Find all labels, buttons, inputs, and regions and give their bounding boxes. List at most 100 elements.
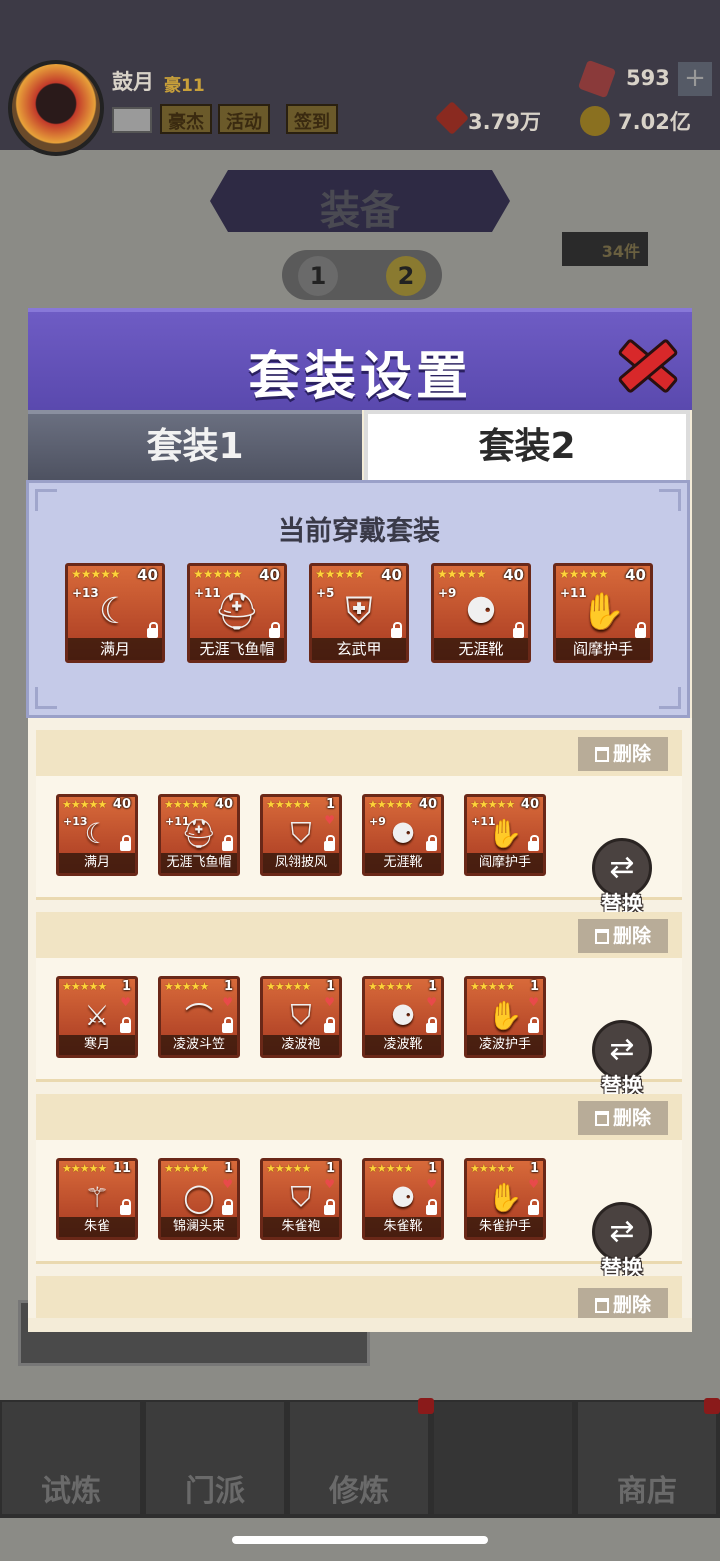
item-name: 无涯靴 — [434, 638, 528, 660]
lock-icon — [324, 1017, 335, 1033]
item-level: 1 — [427, 979, 437, 994]
lock-icon — [120, 835, 131, 851]
equipment-slot[interactable]: ★★★★★ 1 ✋ ♥ 朱雀护手 — [464, 1158, 546, 1240]
item-level: 40 — [381, 566, 402, 584]
equipment-slot[interactable]: ★★★★★ 40 +11 ⛑ 无涯飞鱼帽 — [158, 794, 240, 876]
equipment-slot[interactable]: ★★★★★ 1 ⛉ ♥ 凤翎披风 — [260, 794, 342, 876]
delete-set-button[interactable]: 删除 — [578, 1288, 668, 1318]
item-name: 凌波护手 — [467, 1035, 543, 1055]
nav-close-icon[interactable] — [434, 1402, 572, 1514]
panel-corner-ornament — [659, 489, 681, 511]
checkin-button[interactable]: 签到 — [286, 104, 338, 134]
equipment-slot[interactable]: ★★★★★ 40 +11 ✋ 阎摩护手 — [464, 794, 546, 876]
lock-icon — [426, 835, 437, 851]
boot-icon: ⚈ — [390, 817, 416, 851]
equipment-slot[interactable]: ★★★★★ 1 ⚔ ♥ 寒月 — [56, 976, 138, 1058]
equipment-slot[interactable]: ★★★★★ 40 +11 ⛑ 无涯飞鱼帽 — [187, 563, 287, 663]
equipment-slot[interactable]: ★★★★★ 1 ◯ ♥ 锦澜头束 — [158, 1158, 240, 1240]
tab-set-2[interactable]: 套装2 — [364, 410, 690, 482]
panel-corner-ornament — [35, 687, 57, 709]
equipment-slot[interactable]: ★★★★★ 1 ✋ ♥ 凌波护手 — [464, 976, 546, 1058]
trash-icon — [594, 1298, 609, 1313]
heroes-button[interactable]: 豪杰 — [160, 104, 212, 134]
delete-label: 删除 — [612, 1107, 651, 1129]
item-name: 阎摩护手 — [467, 853, 543, 873]
equipment-slot[interactable]: ★★★★★ 1 ⛉ ♥ 朱雀袍 — [260, 1158, 342, 1240]
heart-icon: ♥ — [324, 995, 335, 1009]
gold-coin-icon — [580, 106, 610, 136]
star-rating: ★★★★★ — [266, 980, 311, 993]
dialog-header: 套装设置 — [28, 308, 692, 410]
equipment-slot[interactable]: ★★★★★ 1 ⛉ ♥ 凌波袍 — [260, 976, 342, 1058]
set-card-header: 删除 — [36, 730, 682, 776]
item-level: 40 — [520, 797, 539, 812]
star-rating: ★★★★★ — [164, 1162, 209, 1175]
item-level: 1 — [325, 797, 335, 812]
item-name: 无涯靴 — [365, 853, 441, 873]
dialog-title: 套装设置 — [247, 347, 472, 407]
tab-set-1[interactable]: 套装1 — [28, 410, 362, 482]
panel-corner-ornament — [35, 489, 57, 511]
lock-icon — [147, 622, 158, 638]
gauntlet-icon: ✋ — [487, 817, 523, 851]
nav-shop[interactable]: 商店 — [578, 1402, 716, 1514]
delete-set-button[interactable]: 删除 — [578, 919, 668, 953]
delete-set-button[interactable]: 删除 — [578, 1101, 668, 1135]
equipment-slot[interactable]: ★★★★★ 40 +13 ☾ 满月 — [65, 563, 165, 663]
mail-icon[interactable] — [112, 107, 152, 133]
add-gems-button[interactable]: + — [678, 62, 712, 96]
item-count-badge[interactable]: 34件 — [562, 232, 648, 266]
headband-icon: ◯ — [183, 1181, 215, 1215]
star-rating: ★★★★★ — [368, 1162, 413, 1175]
equipment-slot[interactable]: ★★★★★ 11 ⚚ 朱雀 — [56, 1158, 138, 1240]
nav-sect[interactable]: 门派 — [146, 1402, 284, 1514]
page-2-button[interactable]: 2 — [386, 256, 426, 296]
spear-icon: ⚚ — [84, 1181, 110, 1215]
page-1-button[interactable]: 1 — [298, 256, 338, 296]
equipment-slot[interactable]: ★★★★★ 1 ⚈ ♥ 凌波靴 — [362, 976, 444, 1058]
lock-icon — [391, 622, 402, 638]
saved-sets-list[interactable]: 删除 ★★★★★ 40 +13 ☾ 满月 ★★★★★ 40 +11 ⛑ 无涯飞鱼帽 ★★★★★ 1 ⛉ ♥ 凤… — [28, 718, 692, 1318]
item-level: 40 — [625, 566, 646, 584]
cape-icon: ⛉ — [290, 816, 312, 850]
gold-helmet-icon: ⛑ — [181, 817, 217, 851]
equipment-slot[interactable]: ★★★★★ 40 +9 ⚈ 无涯靴 — [431, 563, 531, 663]
player-avatar[interactable] — [8, 60, 104, 156]
item-level: 40 — [137, 566, 158, 584]
star-rating: ★★★★★ — [437, 567, 487, 581]
equipment-slot[interactable]: ★★★★★ 40 +9 ⚈ 无涯靴 — [362, 794, 444, 876]
item-level: 11 — [112, 1161, 131, 1176]
delete-set-button[interactable]: 删除 — [578, 737, 668, 771]
lock-icon — [120, 1199, 131, 1215]
equipment-slot[interactable]: ★★★★★ 40 +5 ⛨ 玄武甲 — [309, 563, 409, 663]
trash-icon — [594, 1111, 609, 1126]
equipment-slot[interactable]: ★★★★★ 1 ⚈ ♥ 朱雀靴 — [362, 1158, 444, 1240]
events-button[interactable]: 活动 — [218, 104, 270, 134]
star-rating: ★★★★★ — [470, 980, 515, 993]
nav-cultivate[interactable]: 修炼 — [290, 1402, 428, 1514]
enhance-level: +13 — [72, 586, 99, 600]
item-name: 凤翎披风 — [263, 853, 339, 873]
equipment-slot[interactable]: ★★★★★ 40 +13 ☾ 满月 — [56, 794, 138, 876]
heart-icon: ♥ — [222, 1177, 233, 1191]
equipment-slot[interactable]: ★★★★★ 1 ⌒ ♥ 凌波斗笠 — [158, 976, 240, 1058]
lock-icon — [269, 622, 280, 638]
item-level: 40 — [214, 797, 233, 812]
trash-icon — [594, 747, 609, 762]
enhance-level: +9 — [438, 586, 457, 600]
close-icon[interactable] — [612, 330, 676, 394]
blade-icon: ⚔ — [84, 999, 110, 1033]
set-card-header: 删除 — [36, 1276, 682, 1318]
star-rating: ★★★★★ — [71, 567, 121, 581]
robe-icon: ⛉ — [290, 1180, 312, 1214]
lock-icon — [324, 835, 335, 851]
moon-sword-icon: ☾ — [98, 590, 132, 632]
gauntlet-icon: ✋ — [487, 1181, 523, 1215]
star-rating: ★★★★★ — [164, 980, 209, 993]
star-rating: ★★★★★ — [266, 798, 311, 811]
item-level: 40 — [112, 797, 131, 812]
equipment-slot[interactable]: ★★★★★ 40 +11 ✋ 阎摩护手 — [553, 563, 653, 663]
screen-title: 装备 — [320, 188, 400, 234]
item-level: 1 — [427, 1161, 437, 1176]
nav-trial[interactable]: 试炼 — [2, 1402, 140, 1514]
